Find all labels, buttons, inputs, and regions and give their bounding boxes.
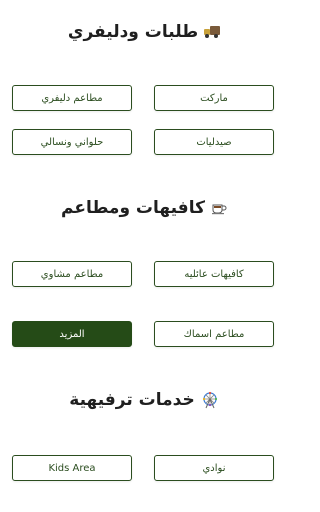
family-cafes-button[interactable]: كافيهات عائليه	[154, 261, 274, 287]
restaurants-delivery-button[interactable]: مطاعم دليفري	[12, 85, 132, 111]
sweets-and-nuts-button[interactable]: حلواني ونسالي	[12, 129, 132, 155]
section-title-entertainment-text: خدمات ترفيهية	[69, 390, 195, 410]
grill-restaurants-button[interactable]: مطاعم مشاوي	[12, 261, 132, 287]
section-title-delivery: طلبات ودليفري	[0, 20, 288, 44]
section-title-entertainment: خدمات ترفيهية	[0, 388, 288, 412]
section-title-cafes: كافيهات ومطاعم	[0, 196, 288, 220]
fish-restaurants-button[interactable]: مطاعم اسماك	[154, 321, 274, 347]
more-button[interactable]: المزيد	[12, 321, 132, 347]
ferris-wheel-icon	[202, 391, 217, 409]
coffee-cup-icon	[211, 204, 227, 215]
market-button[interactable]: ماركت	[154, 85, 274, 111]
section-title-delivery-text: طلبات ودليفري	[67, 22, 199, 42]
pharmacies-button[interactable]: صيدليات	[154, 129, 274, 155]
delivery-truck-icon	[204, 26, 221, 38]
section-title-cafes-text: كافيهات ومطاعم	[61, 198, 205, 218]
clubs-button[interactable]: نوادي	[154, 455, 274, 481]
kids-area-button[interactable]: Kids Area	[12, 455, 132, 481]
